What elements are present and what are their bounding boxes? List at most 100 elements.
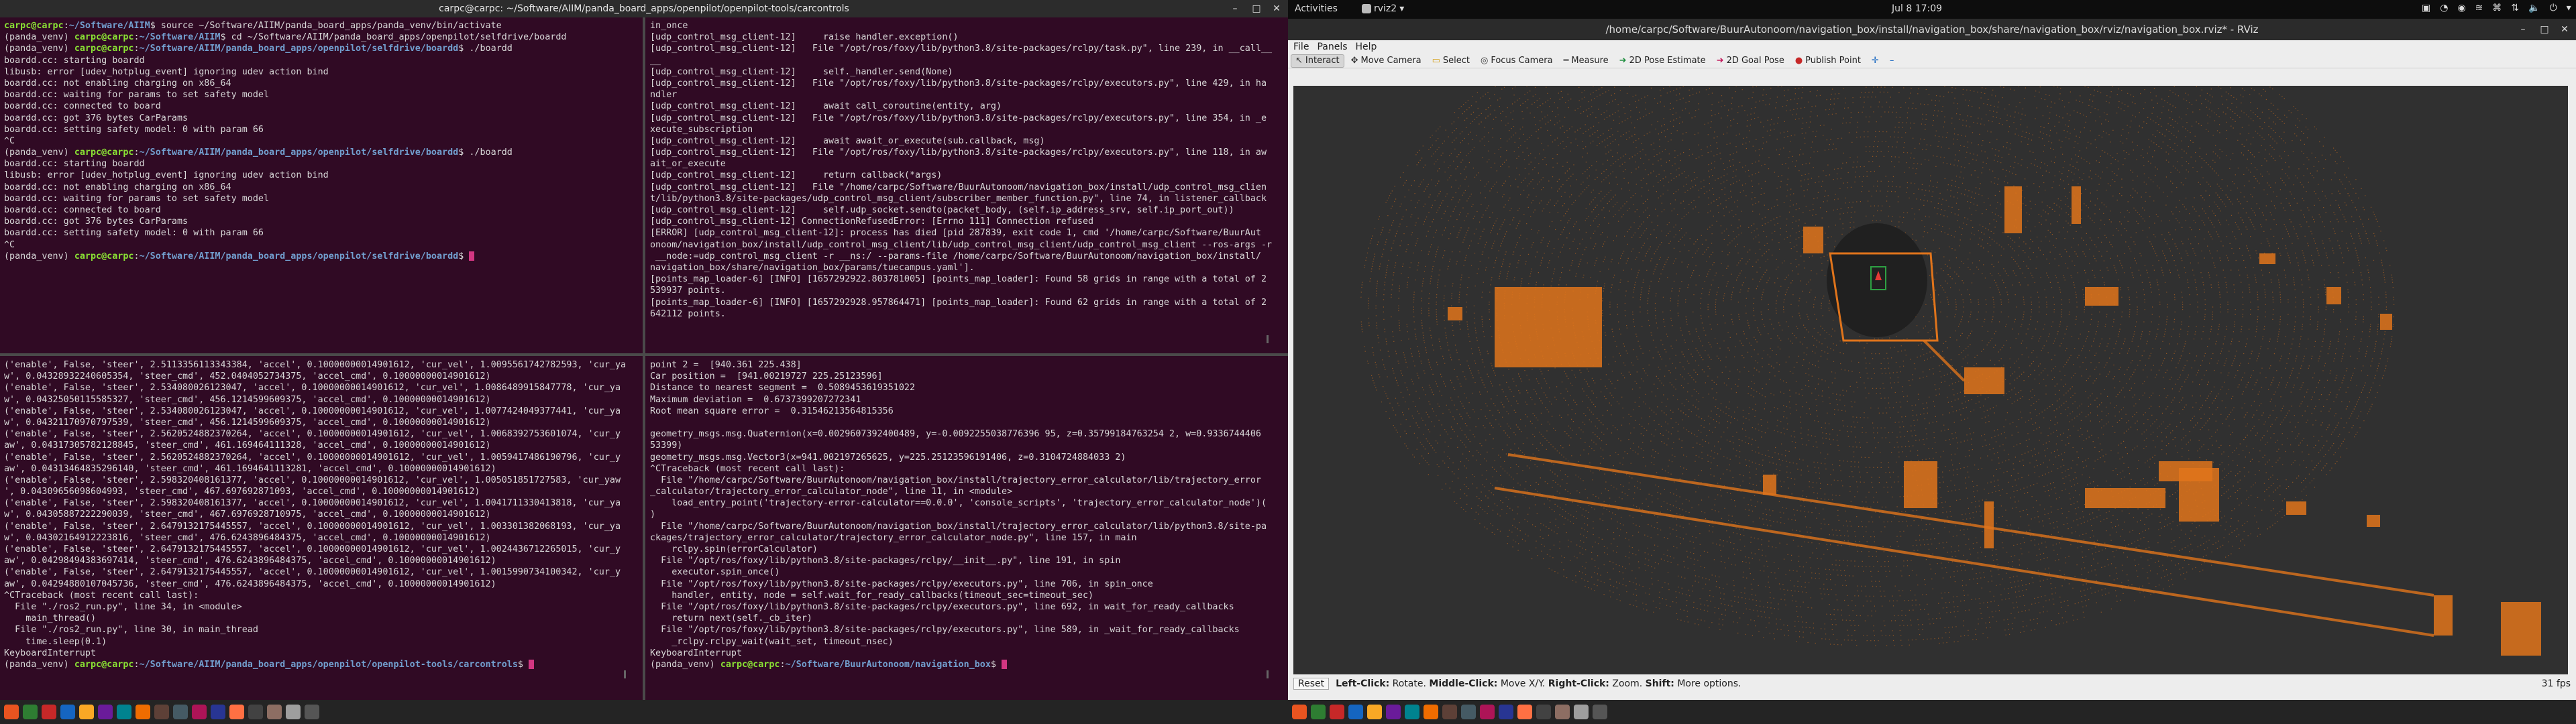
taskbar-app-icon[interactable] [1311, 705, 1326, 719]
taskbar-app-icon[interactable] [1405, 705, 1419, 719]
system-tray[interactable]: ▣ ◔ ◉ ≋ ⌘ ⇅ 🔈 ⏻ ▾ [2422, 3, 2571, 13]
maximize-icon[interactable]: □ [1249, 1, 1264, 16]
terminal-line: point 2 = [940.361 225.438] [650, 360, 802, 370]
terminal-line: return next(self._cb_iter) [650, 613, 812, 624]
terminal-line: ('enable', False, 'steer', 2.56205248823… [4, 452, 621, 463]
terminal-line: Distance to nearest segment = 0.50894536… [650, 383, 916, 394]
pointcloud-render[interactable] [1293, 86, 2568, 674]
tray-icon[interactable]: ◔ [2440, 3, 2448, 13]
taskbar-app-icon[interactable] [305, 705, 319, 719]
pane-divider-horizontal[interactable] [0, 353, 1288, 356]
app-menu[interactable]: rviz2 ▾ [1362, 3, 1404, 14]
power-icon[interactable]: ⏻ [2550, 3, 2557, 13]
taskbar-app-icon[interactable] [1292, 705, 1307, 719]
menu-file[interactable]: File [1293, 42, 1309, 52]
taskbar-app-icon[interactable] [154, 705, 169, 719]
clock[interactable]: Jul 8 17:09 [1892, 3, 1942, 14]
tool-2d-goal-pose[interactable]: ➜ 2D Goal Pose [1713, 54, 1788, 68]
taskbar-app-icon[interactable] [1442, 705, 1457, 719]
terminal-pane-bottom-left[interactable]: ('enable', False, 'steer', 2.51133561133… [0, 357, 642, 695]
taskbar-app-icon[interactable] [1555, 705, 1570, 719]
taskbar-app-icon[interactable] [1367, 705, 1382, 719]
taskbar-app-icon[interactable] [1461, 705, 1476, 719]
taskbar-app-icon[interactable] [267, 705, 282, 719]
tray-icon[interactable]: ◉ [2457, 3, 2465, 13]
taskbar-app-icon[interactable] [42, 705, 56, 719]
taskbar-app-icon[interactable] [229, 705, 244, 719]
menu-panels[interactable]: Panels [1317, 42, 1347, 52]
taskbar-app-icon[interactable] [1424, 705, 1438, 719]
taskbar-app-icon[interactable] [248, 705, 263, 719]
terminal-line: aw', 0.04298494383697414, 'steer_cmd', 4… [4, 556, 496, 566]
taskbar-app-icon[interactable] [1348, 705, 1363, 719]
terminal-line: w', 0.04328932240605354, 'steer_cmd', 45… [4, 371, 491, 382]
taskbar-app-icon[interactable] [4, 705, 19, 719]
terminal-line: [udp_control_msg_client-12] File "/home/… [650, 182, 1267, 192]
tool-move-camera[interactable]: ✥ Move Camera [1347, 54, 1426, 68]
scrollbar[interactable] [1267, 670, 1269, 678]
taskbar-app-icon[interactable] [79, 705, 94, 719]
terminal-line: File "/opt/ros/foxy/lib/python3.8/site-p… [650, 579, 1153, 589]
tray-icon[interactable]: ▣ [2422, 3, 2430, 13]
taskbar-app-icon[interactable] [1593, 705, 1607, 719]
tool-publish-point[interactable]: ● Publish Point [1791, 54, 1865, 68]
chevron-down-icon[interactable]: ▾ [2567, 3, 2571, 13]
activities-button[interactable]: Activities [1295, 3, 1338, 14]
rviz-titlebar[interactable]: /home/carpc/Software/BuurAutonoom/naviga… [1288, 19, 2576, 40]
terminal-line: aw', 0.04313464835296140, 'steer_cmd', 4… [4, 463, 496, 474]
terminal-pane-top-left[interactable]: carpc@carpc:~/Software/AIIM$ source ~/So… [0, 17, 642, 353]
pane-divider-vertical[interactable] [643, 17, 645, 700]
taskbar-app-icon[interactable] [98, 705, 113, 719]
tool-label: Publish Point [1805, 56, 1861, 66]
maximize-icon[interactable]: □ [2537, 22, 2552, 37]
tool-2d-pose-estimate[interactable]: ➜ 2D Pose Estimate [1615, 54, 1710, 68]
scrollbar[interactable] [624, 670, 626, 678]
terminal-line: geometry_msgs.msg.Vector3(x=941.00219726… [650, 452, 1126, 463]
close-icon[interactable]: ✕ [1269, 1, 1284, 16]
3d-viewport[interactable] [1293, 86, 2568, 674]
taskbar-app-icon[interactable] [1330, 705, 1344, 719]
terminal-pane-bottom-right[interactable]: point 2 = [940.361 225.438] Car position … [646, 357, 1288, 695]
terminal-line: ait_or_execute [650, 159, 726, 170]
terminal-line: File "./ros2_run.py", line 34, in <modul… [4, 601, 242, 612]
taskbar-app-icon[interactable] [1480, 705, 1495, 719]
terminal-line: (panda_venv) carpc@carpc:~/Software/AIIM… [4, 147, 513, 158]
taskbar-app-icon[interactable] [211, 705, 225, 719]
terminal-pane-top-right[interactable]: in_once [udp_control_msg_client-12] raise… [646, 17, 1288, 353]
minimize-icon[interactable]: – [1228, 1, 1242, 16]
taskbar-app-icon[interactable] [286, 705, 301, 719]
cursor-icon: ↖ [1295, 56, 1303, 66]
reset-button[interactable]: Reset [1293, 678, 1330, 690]
tray-icon[interactable]: ≋ [2475, 3, 2483, 13]
taskbar-app-icon[interactable] [136, 705, 150, 719]
taskbar-app-icon[interactable] [1499, 705, 1513, 719]
taskbar-app-icon[interactable] [23, 705, 38, 719]
scrollbar[interactable] [1267, 335, 1269, 343]
terminal-line: boardd.cc: not enabling charging on x86_… [4, 182, 231, 192]
tool-label: 2D Goal Pose [1726, 56, 1784, 66]
tool-interact[interactable]: ↖ Interact [1291, 54, 1344, 68]
tool-measure[interactable]: ━ Measure [1560, 54, 1613, 68]
volume-icon[interactable]: 🔈 [2528, 3, 2540, 13]
menu-help[interactable]: Help [1356, 42, 1377, 52]
tray-icon[interactable]: ⌘ [2492, 3, 2502, 13]
taskbar-app-icon[interactable] [192, 705, 207, 719]
minimize-icon[interactable]: – [2516, 22, 2530, 37]
tool-focus-camera[interactable]: ◎ Focus Camera [1477, 54, 1557, 68]
network-icon[interactable]: ⇅ [2511, 3, 2519, 13]
terminal-line: (panda_venv) carpc@carpc:~/Software/Buur… [650, 659, 1284, 670]
taskbar-app-icon[interactable] [1386, 705, 1401, 719]
terminal-window[interactable]: carpc@carpc: ~/Software/AIIM/panda_board… [0, 0, 1288, 700]
taskbar-app-icon[interactable] [1517, 705, 1532, 719]
tool-select[interactable]: ▭ Select [1428, 54, 1474, 68]
terminal-titlebar[interactable]: carpc@carpc: ~/Software/AIIM/panda_board… [0, 0, 1288, 17]
taskbar-app-icon[interactable] [60, 705, 75, 719]
close-icon[interactable]: ✕ [2557, 22, 2572, 37]
minus-icon[interactable]: – [1886, 54, 1898, 68]
taskbar-app-icon[interactable] [1536, 705, 1551, 719]
plus-icon[interactable]: ✛ [1868, 54, 1883, 68]
rviz-window[interactable]: /home/carpc/Software/BuurAutonoom/naviga… [1288, 19, 2576, 700]
taskbar-app-icon[interactable] [1574, 705, 1589, 719]
taskbar-app-icon[interactable] [117, 705, 131, 719]
taskbar-app-icon[interactable] [173, 705, 188, 719]
